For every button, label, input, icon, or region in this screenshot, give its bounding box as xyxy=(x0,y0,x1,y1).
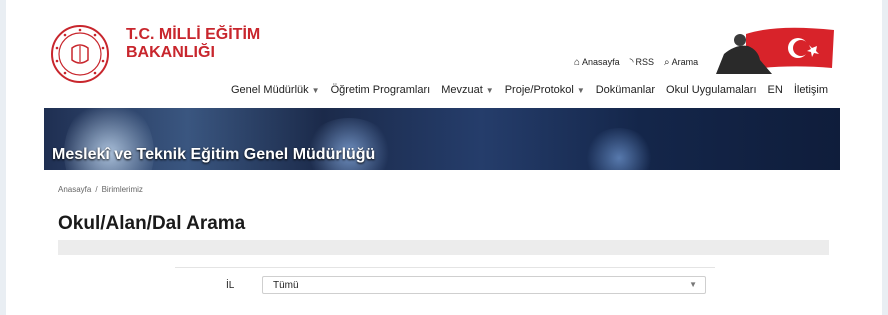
breadcrumb-separator: / xyxy=(95,185,98,194)
rss-icon: ◝ xyxy=(629,57,634,68)
brand-line-1: T.C. MİLLİ EĞİTİM xyxy=(126,26,261,43)
left-edge xyxy=(0,0,6,315)
nav-label: İletişim xyxy=(793,84,829,96)
chevron-down-icon: ▼ xyxy=(485,86,494,95)
nav-en[interactable]: EN xyxy=(768,84,783,96)
utility-rss-link[interactable]: ◝ RSS xyxy=(630,57,654,68)
il-select-value: Tümü xyxy=(273,280,299,291)
nav-okul-uygulamalari[interactable]: Okul Uygulamaları xyxy=(666,84,756,96)
nav-label: Genel Müdürlük xyxy=(231,84,309,96)
utility-search-label: Arama xyxy=(671,57,699,67)
nav-label: EN xyxy=(767,84,783,96)
utility-home-label: Anasayfa xyxy=(582,57,620,67)
page-title: Okul/Alan/Dal Arama xyxy=(58,213,246,234)
il-select[interactable]: Tümü ▼ xyxy=(262,276,706,294)
utility-rss-label: RSS xyxy=(635,57,654,67)
brand-name[interactable]: T.C. MİLLİ EĞİTİM BAKANLIĞI xyxy=(126,26,260,62)
chevron-down-icon: ▼ xyxy=(576,86,585,95)
utility-search-link[interactable]: ⌕ Arama xyxy=(664,57,698,68)
nav-label: Proje/Protokol xyxy=(504,84,574,96)
nav-label: Okul Uygulamaları xyxy=(666,84,757,96)
flag-banner-image xyxy=(716,24,836,74)
utility-links: ⌂ Anasayfa ◝ RSS ⌕ Arama xyxy=(574,57,698,68)
breadcrumb-home-link[interactable]: Anasayfa xyxy=(58,185,91,194)
nav-iletisim[interactable]: İletişim xyxy=(794,84,828,96)
nav-ogretim-programlari[interactable]: Öğretim Programları xyxy=(331,84,431,96)
home-icon: ⌂ xyxy=(574,57,581,68)
brand-line-2: BAKANLIĞI xyxy=(126,44,215,61)
nav-label: Öğretim Programları xyxy=(330,84,431,96)
chevron-down-icon: ▼ xyxy=(311,86,320,95)
ministry-logo[interactable] xyxy=(50,24,110,84)
search-icon: ⌕ xyxy=(663,57,670,68)
utility-home-link[interactable]: ⌂ Anasayfa xyxy=(574,57,620,68)
nav-label: Dokümanlar xyxy=(595,84,656,96)
nav-proje-protokol[interactable]: Proje/Protokol ▼ xyxy=(505,84,585,96)
chevron-down-icon: ▼ xyxy=(689,280,697,289)
right-edge xyxy=(882,0,888,315)
breadcrumb-current[interactable]: Birimlerimiz xyxy=(102,185,143,194)
main-nav: Genel Müdürlük ▼ Öğretim Programları Mevz… xyxy=(231,84,828,96)
nav-dokumanlar[interactable]: Dokümanlar xyxy=(596,84,655,96)
banner-title: Meslekî ve Teknik Eğitim Genel Müdürlüğü xyxy=(52,146,376,163)
nav-mevzuat[interactable]: Mevzuat ▼ xyxy=(441,84,494,96)
il-label: İL xyxy=(226,280,235,291)
form-divider xyxy=(175,267,715,268)
nav-genel-mudurluk[interactable]: Genel Müdürlük ▼ xyxy=(231,84,320,96)
nav-label: Mevzuat xyxy=(441,84,483,96)
content-divider-bar xyxy=(58,240,829,255)
content-card xyxy=(44,170,840,248)
breadcrumb: Anasayfa / Birimlerimiz xyxy=(58,185,143,194)
